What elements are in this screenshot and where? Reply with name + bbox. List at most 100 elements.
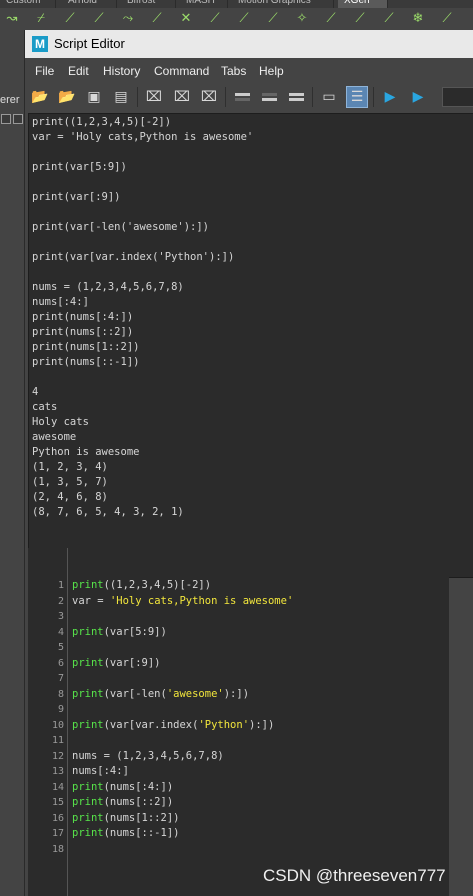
- code-keyword: print: [72, 625, 104, 638]
- code-text: (var[-len(: [103, 687, 167, 700]
- code-text: nums = (1,2,3,4,5,6,7,8): [72, 749, 224, 762]
- line-number: 1: [57, 580, 64, 591]
- shelf-tab[interactable]: Custom: [0, 0, 56, 8]
- output-line: print(nums[1::2]): [32, 341, 140, 353]
- code-text: (nums[::-1]): [103, 827, 180, 839]
- line-number: 9: [57, 704, 64, 715]
- output-line: print(var[5:9]): [32, 161, 127, 173]
- line-number: 5: [57, 642, 64, 653]
- code-line: print((1,2,3,4,5)[-2]): [72, 578, 211, 594]
- output-line: (8, 7, 6, 5, 4, 3, 2, 1): [32, 506, 184, 518]
- clear-all-icon[interactable]: ⌧: [198, 86, 220, 108]
- left-panel-button[interactable]: [1, 114, 11, 124]
- shelf-tool-icon[interactable]: ⟋: [236, 11, 252, 27]
- left-panel-button[interactable]: [13, 114, 23, 124]
- code-keyword: print: [72, 656, 104, 669]
- shelf-tab[interactable]: Bifrost: [121, 0, 176, 8]
- show-history-icon[interactable]: [231, 86, 253, 108]
- code-text: (nums[1::2]): [103, 811, 180, 824]
- command-field[interactable]: [442, 87, 473, 107]
- code-text: (var[var.index(: [103, 718, 199, 731]
- clear-history-icon[interactable]: ⌧: [143, 86, 165, 108]
- output-line: 4: [32, 386, 39, 398]
- title-bar[interactable]: M Script Editor: [25, 30, 473, 58]
- shelf-tool-icon[interactable]: ✧: [294, 11, 310, 27]
- line-number: 12: [51, 750, 64, 762]
- toolbar-separator: [312, 87, 313, 107]
- save-script-icon[interactable]: ▣: [83, 86, 105, 108]
- shelf-tool-icon[interactable]: ❄: [410, 11, 426, 27]
- menu-bar: File Edit History Command Tabs Help: [25, 58, 473, 84]
- code-keyword: print: [72, 811, 104, 824]
- code-keyword: print: [72, 780, 104, 793]
- left-panel-label: erer: [0, 94, 20, 106]
- code-text: (var[:9]): [103, 656, 161, 669]
- menu-command[interactable]: Command: [154, 64, 209, 78]
- output-line: (1, 3, 5, 7): [32, 476, 108, 488]
- line-number: 6: [57, 657, 64, 669]
- line-number: 11: [51, 735, 64, 746]
- code-keyword: print: [72, 718, 104, 731]
- line-numbers-icon[interactable]: ☰: [346, 86, 368, 108]
- shelf-tool-icon[interactable]: ⟋: [62, 11, 78, 27]
- code-line: print(nums[::2]): [72, 795, 173, 811]
- shelf-tab[interactable]: Motion Graphics: [232, 0, 334, 8]
- output-line: print(nums[::2]): [32, 326, 134, 338]
- echo-commands-icon[interactable]: ▭: [318, 86, 340, 108]
- open-script-icon[interactable]: 📂: [29, 86, 51, 108]
- code-keyword: print: [72, 687, 104, 700]
- output-line: Holy cats: [32, 416, 89, 428]
- shelf-tool-icon[interactable]: ⟋: [149, 11, 165, 27]
- shelf-tab[interactable]: Arnold: [62, 0, 117, 8]
- code-string: 'Holy cats,Python is awesome': [109, 594, 294, 607]
- code-line: var = 'Holy cats,Python is awesome': [72, 594, 293, 610]
- output-line: var = 'Holy cats,Python is awesome': [32, 131, 254, 143]
- shelf-tool-icon[interactable]: ⟋: [439, 11, 455, 27]
- shelf-icon-strip: ↝ ⌿ ⟋ ⟋ ⤳ ⟋ ✕ ⟋ ⟋ ⟋ ✧ ⟋ ⟋ ⟋ ❄ ⟋: [0, 8, 473, 30]
- line-number: 8: [57, 688, 64, 700]
- save-to-shelf-icon[interactable]: ▤: [110, 86, 132, 108]
- output-line: nums[:4:]: [32, 296, 89, 308]
- shelf-tool-icon[interactable]: ⟋: [323, 11, 339, 27]
- shelf-tab[interactable]: MASH: [180, 0, 228, 8]
- clear-input-icon[interactable]: ⌧: [171, 86, 193, 108]
- code-text: nums[:4:]: [72, 765, 129, 777]
- output-line: cats: [32, 401, 58, 413]
- menu-history[interactable]: History: [103, 64, 140, 78]
- code-line: nums[:4:]: [72, 764, 129, 780]
- show-input-icon[interactable]: [258, 86, 280, 108]
- shelf-tool-icon[interactable]: ⌿: [33, 11, 49, 27]
- show-both-icon[interactable]: [285, 86, 307, 108]
- output-line: print(var[var.index('Python'):]): [32, 251, 235, 263]
- shelf-tool-icon[interactable]: ⟋: [265, 11, 281, 27]
- line-number: 14: [51, 781, 64, 793]
- line-number: 3: [57, 611, 64, 622]
- code-text: (nums[::2]): [103, 796, 174, 808]
- code-text: ):]): [223, 687, 250, 700]
- shelf-tool-icon[interactable]: ⟋: [352, 11, 368, 27]
- menu-file[interactable]: File: [35, 64, 54, 78]
- code-line: print(var[-len('awesome'):]): [72, 687, 249, 703]
- shelf-tool-icon[interactable]: ↝: [4, 11, 20, 27]
- shelf-tool-icon[interactable]: ✕: [178, 11, 194, 27]
- window-title: Script Editor: [54, 36, 125, 51]
- shelf-tool-icon[interactable]: ⤳: [120, 11, 136, 27]
- line-number: 18: [51, 843, 64, 855]
- menu-help[interactable]: Help: [259, 64, 284, 78]
- shelf-tool-icon[interactable]: ⟋: [91, 11, 107, 27]
- execute-icon[interactable]: ▶: [407, 86, 429, 108]
- menu-edit[interactable]: Edit: [68, 64, 89, 78]
- toolbar-separator: [225, 87, 226, 107]
- execute-all-icon[interactable]: ▶: [379, 86, 401, 108]
- script-input-editor[interactable]: print((1,2,3,4,5)[-2]) var = 'Holy cats,P…: [28, 548, 449, 896]
- menu-tabs[interactable]: Tabs: [221, 64, 246, 78]
- source-script-icon[interactable]: 📂: [56, 86, 78, 108]
- left-panel-strip: erer: [0, 30, 24, 896]
- code-line: print(nums[1::2]): [72, 811, 179, 827]
- shelf-tool-icon[interactable]: ⟋: [207, 11, 223, 27]
- history-output-pane[interactable]: print((1,2,3,4,5)[-2]) var = 'Holy cats,P…: [28, 113, 473, 578]
- code-string: 'awesome': [166, 687, 224, 700]
- shelf-tab[interactable]: XGen: [338, 0, 388, 8]
- shelf-tool-icon[interactable]: ⟋: [381, 11, 397, 27]
- watermark: CSDN @threeseven777: [263, 866, 446, 885]
